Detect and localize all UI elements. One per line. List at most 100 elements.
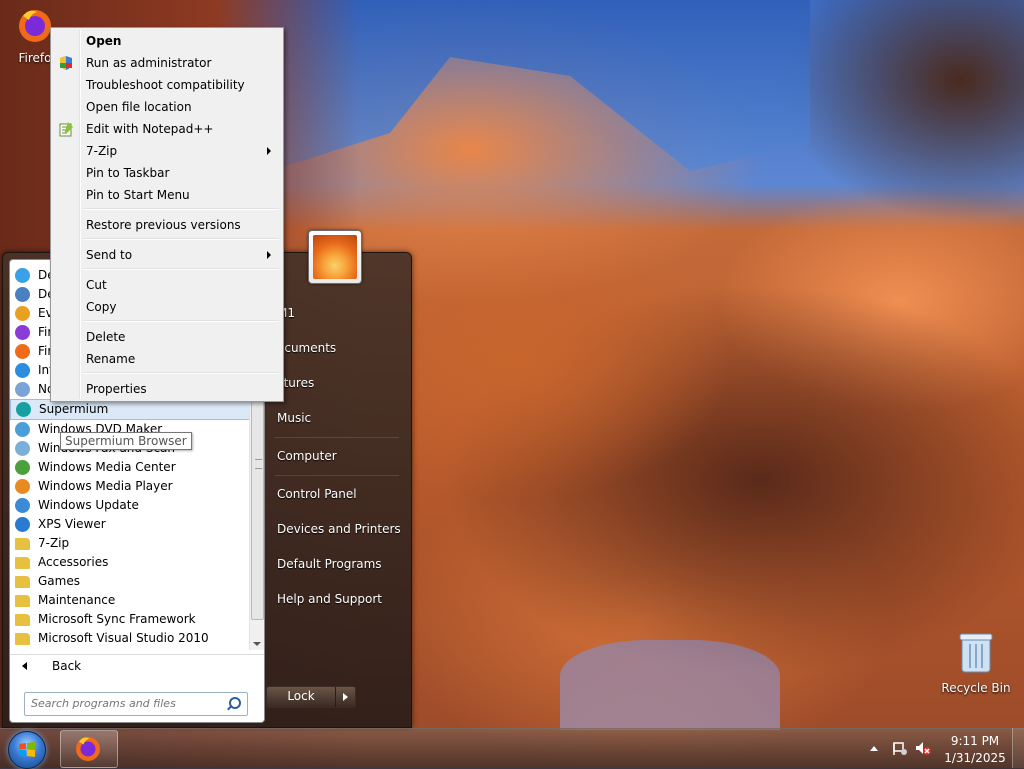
separator — [275, 437, 399, 438]
menu-item-pin-to-start-menu[interactable]: Pin to Start Menu — [53, 184, 281, 206]
program-label: Microsoft Sync Framework — [38, 612, 196, 626]
right-link-default-programs[interactable]: Default Programs — [277, 557, 382, 571]
program-icon — [15, 363, 30, 378]
program-label: Windows Update — [38, 498, 139, 512]
menu-item-label: Properties — [86, 382, 147, 396]
program-icon — [15, 517, 30, 532]
program-label: Windows Media Player — [38, 479, 173, 493]
program-icon — [15, 382, 30, 397]
context-menu: Open Run as administrator Troubleshoot com… — [50, 27, 284, 402]
menu-item-send-to[interactable]: Send to — [53, 244, 281, 266]
search-input[interactable] — [25, 693, 227, 713]
shutdown-options-arrow-icon[interactable] — [343, 693, 348, 701]
action-center-flag-icon[interactable] — [892, 740, 908, 756]
menu-item-properties[interactable]: Properties — [53, 378, 281, 400]
menu-item-edit-with-notepad-[interactable]: Edit with Notepad++ — [53, 118, 281, 140]
menu-item-copy[interactable]: Copy — [53, 296, 281, 318]
menu-item-rename[interactable]: Rename — [53, 348, 281, 370]
menu-item-troubleshoot-compatibility[interactable]: Troubleshoot compatibility — [53, 74, 281, 96]
menu-item-label: Pin to Start Menu — [86, 188, 190, 202]
folder-icon — [15, 595, 30, 607]
menu-item-restore-previous-versions[interactable]: Restore previous versions — [53, 214, 281, 236]
back-arrow-icon — [22, 662, 27, 670]
notepad-icon — [58, 121, 74, 137]
back-label: Back — [52, 659, 82, 673]
back-button[interactable]: Back — [10, 654, 264, 677]
shield-icon — [58, 55, 74, 71]
folder-icon — [15, 557, 30, 569]
program-item[interactable]: Microsoft Sync Framework — [10, 610, 250, 629]
menu-item-label: Send to — [86, 248, 133, 262]
start-menu-right-pane: M1 ocuments ctures Music Computer Contro… — [265, 253, 411, 727]
program-icon — [15, 268, 30, 283]
program-label: Supermium — [39, 402, 109, 416]
program-item[interactable]: 7-Zip — [10, 534, 250, 553]
menu-separator — [83, 208, 279, 210]
system-clock[interactable]: 9:11 PM 1/31/2025 — [942, 733, 1008, 767]
program-icon — [15, 325, 30, 340]
right-link-documents[interactable]: ocuments — [277, 341, 336, 355]
desktop-icon-recycle-bin[interactable]: Recycle Bin — [940, 630, 1012, 695]
show-desktop-button[interactable] — [1012, 728, 1024, 768]
right-link-help-support[interactable]: Help and Support — [277, 592, 382, 606]
submenu-arrow-icon — [267, 251, 271, 259]
menu-item-label: Pin to Taskbar — [86, 166, 170, 180]
menu-item-pin-to-taskbar[interactable]: Pin to Taskbar — [53, 162, 281, 184]
search-icon[interactable] — [229, 697, 241, 709]
menu-item-7-zip[interactable]: 7-Zip — [53, 140, 281, 162]
right-link-control-panel[interactable]: Control Panel — [277, 487, 357, 501]
program-icon — [16, 402, 31, 417]
program-item[interactable]: Windows Media Player — [10, 477, 250, 496]
program-item[interactable]: Microsoft Visual Studio 2010 — [10, 629, 250, 648]
program-icon — [15, 422, 30, 437]
menu-item-label: 7-Zip — [86, 144, 118, 158]
scroll-down-icon[interactable] — [253, 642, 261, 646]
right-link-computer[interactable]: Computer — [277, 449, 337, 463]
program-label: Microsoft Visual Studio 2010 — [38, 631, 209, 645]
user-picture[interactable] — [308, 230, 362, 284]
desktop-icon-label: Recycle Bin — [941, 681, 1011, 695]
folder-icon — [15, 633, 30, 645]
program-item[interactable]: XPS Viewer — [10, 515, 250, 534]
firefox-icon — [76, 737, 100, 761]
program-item[interactable]: Windows Update — [10, 496, 250, 515]
menu-separator — [83, 268, 279, 270]
taskbar-firefox-button[interactable] — [60, 730, 118, 768]
right-link-devices-printers[interactable]: Devices and Printers — [277, 522, 401, 536]
program-icon — [15, 441, 30, 456]
menu-separator — [83, 372, 279, 374]
program-icon — [15, 344, 30, 359]
search-box[interactable] — [24, 692, 248, 716]
menu-item-delete[interactable]: Delete — [53, 326, 281, 348]
program-label: Accessories — [38, 555, 109, 569]
menu-item-label: Restore previous versions — [86, 218, 241, 232]
menu-item-open[interactable]: Open — [53, 30, 281, 52]
program-item[interactable]: Windows Media Center — [10, 458, 250, 477]
wallpaper-reflection — [560, 640, 780, 730]
firefox-icon — [19, 10, 51, 42]
windows-logo-icon — [19, 742, 35, 757]
menu-item-label: Troubleshoot compatibility — [86, 78, 245, 92]
program-item[interactable]: Supermium — [10, 399, 250, 420]
recycle-bin-icon — [959, 633, 993, 673]
program-icon — [15, 287, 30, 302]
volume-muted-icon[interactable] — [914, 740, 932, 756]
folder-icon — [15, 538, 30, 550]
program-item[interactable]: Maintenance — [10, 591, 250, 610]
right-link-music[interactable]: Music — [277, 411, 311, 425]
start-button[interactable] — [8, 731, 46, 769]
show-hidden-icons-icon[interactable] — [870, 746, 878, 751]
menu-item-cut[interactable]: Cut — [53, 274, 281, 296]
program-item[interactable]: Accessories — [10, 553, 250, 572]
menu-item-label: Open — [86, 34, 122, 48]
program-label: Maintenance — [38, 593, 116, 607]
clock-time: 9:11 PM — [950, 734, 1000, 748]
menu-item-open-file-location[interactable]: Open file location — [53, 96, 281, 118]
folder-icon — [15, 614, 30, 626]
menu-item-label: Edit with Notepad++ — [86, 122, 214, 136]
menu-item-run-as-administrator[interactable]: Run as administrator — [53, 52, 281, 74]
program-label: Games — [38, 574, 80, 588]
lock-button[interactable]: Lock — [266, 686, 356, 708]
program-label: Windows Media Center — [38, 460, 176, 474]
program-item[interactable]: Games — [10, 572, 250, 591]
